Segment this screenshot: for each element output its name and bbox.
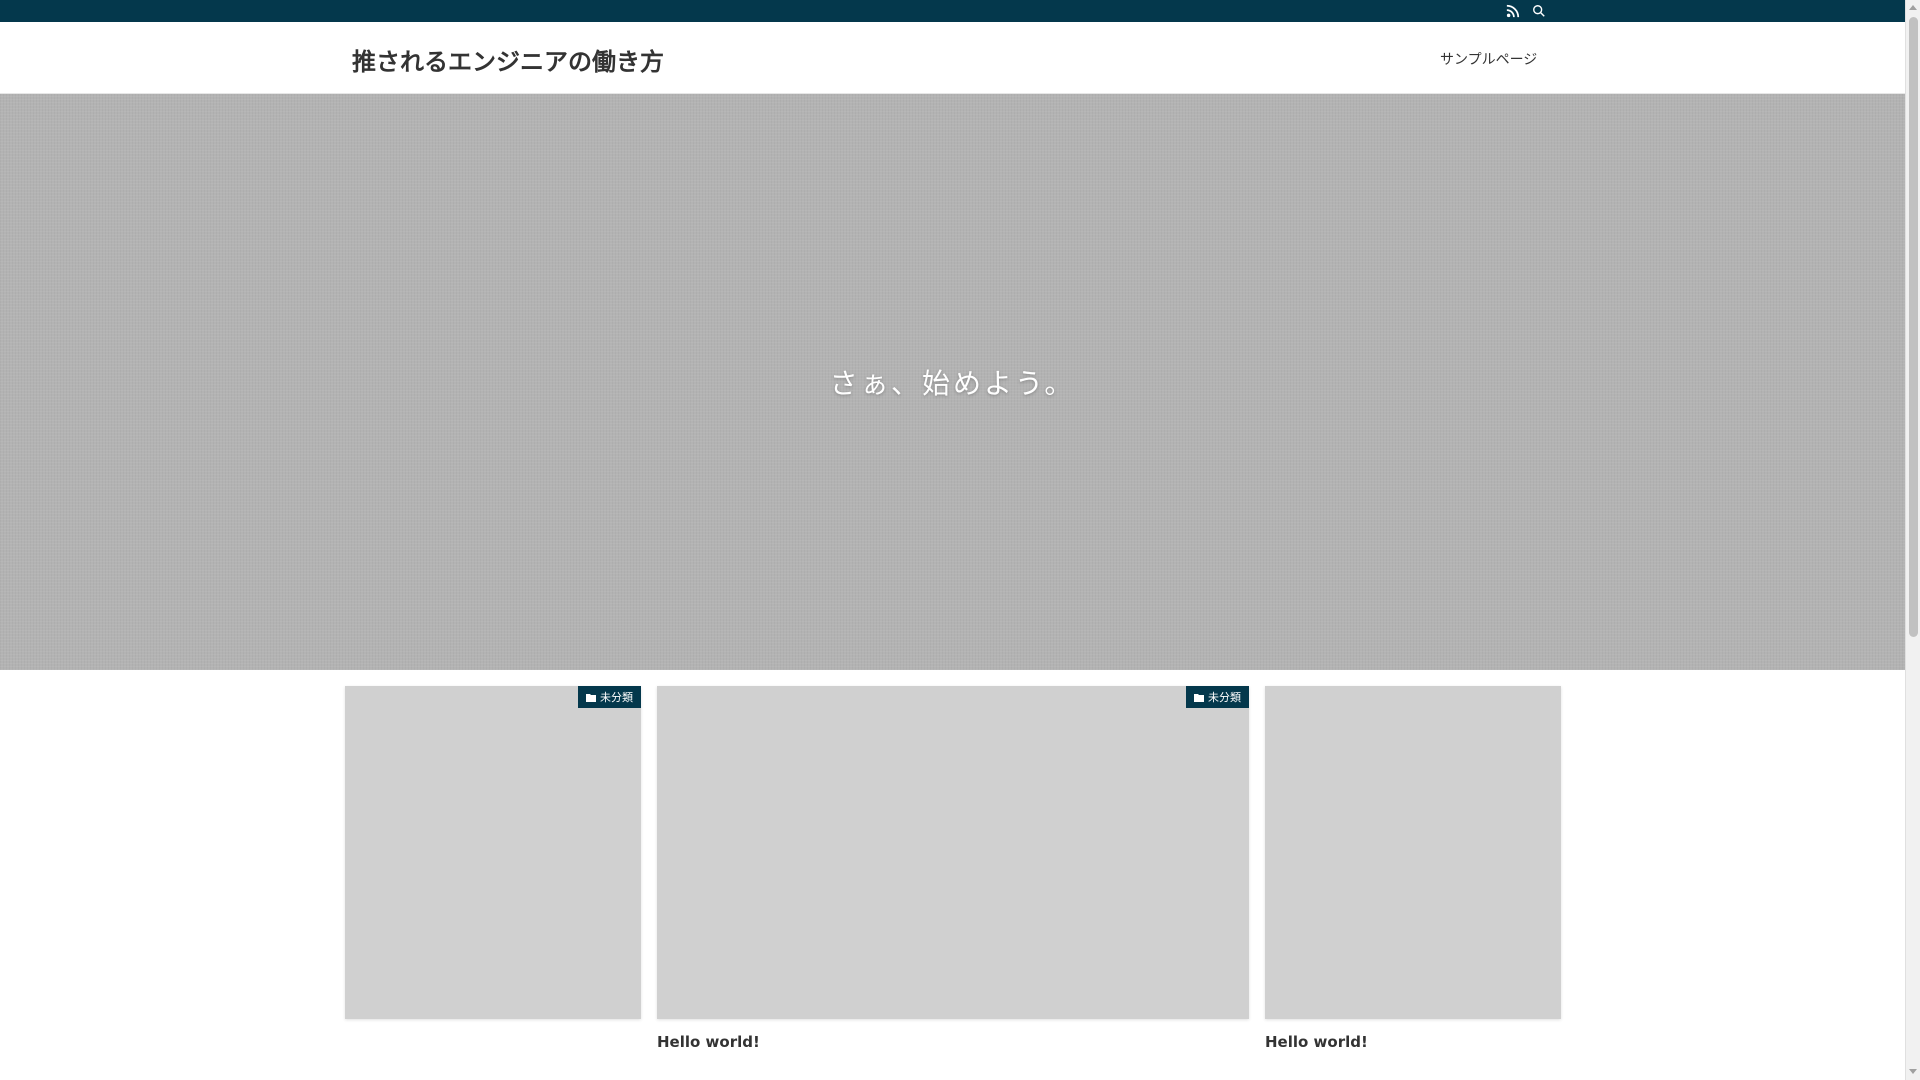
nav-item-sample-page[interactable]: サンプルページ <box>1440 49 1537 69</box>
post-title[interactable]: Hello world! <box>657 1033 1249 1051</box>
hero-text: さぁ、始めよう。 <box>829 367 1076 400</box>
category-badge: 未分類 <box>578 686 641 708</box>
page-scrollbar[interactable] <box>1905 0 1920 1080</box>
scroll-up-arrow-icon[interactable] <box>1909 5 1917 10</box>
post-card[interactable]: Hello world! <box>1265 686 1561 1051</box>
post-thumbnail[interactable]: 未分類 <box>345 686 641 1019</box>
scrollbar-thumb[interactable] <box>1909 17 1918 637</box>
post-card[interactable]: 未分類 <box>345 686 641 1033</box>
category-label: 未分類 <box>600 691 633 704</box>
post-thumbnail[interactable]: 未分類 <box>657 686 1249 1019</box>
rss-icon[interactable] <box>1505 3 1521 19</box>
site-header: 推されるエンジニアの働き方 サンプルページ <box>0 22 1905 94</box>
site-title[interactable]: 推されるエンジニアの働き方 <box>352 42 664 77</box>
post-thumbnail[interactable] <box>1265 686 1561 1019</box>
post-card[interactable]: 未分類 Hello world! <box>657 686 1249 1051</box>
top-bar <box>0 0 1905 22</box>
folder-icon <box>586 693 596 702</box>
category-badge: 未分類 <box>1186 686 1249 708</box>
category-label: 未分類 <box>1208 691 1241 704</box>
search-icon[interactable] <box>1531 3 1547 19</box>
scroll-down-arrow-icon[interactable] <box>1909 1069 1917 1074</box>
hero-banner: さぁ、始めよう。 <box>0 94 1905 670</box>
folder-icon <box>1194 693 1204 702</box>
post-title[interactable]: Hello world! <box>1265 1033 1561 1051</box>
